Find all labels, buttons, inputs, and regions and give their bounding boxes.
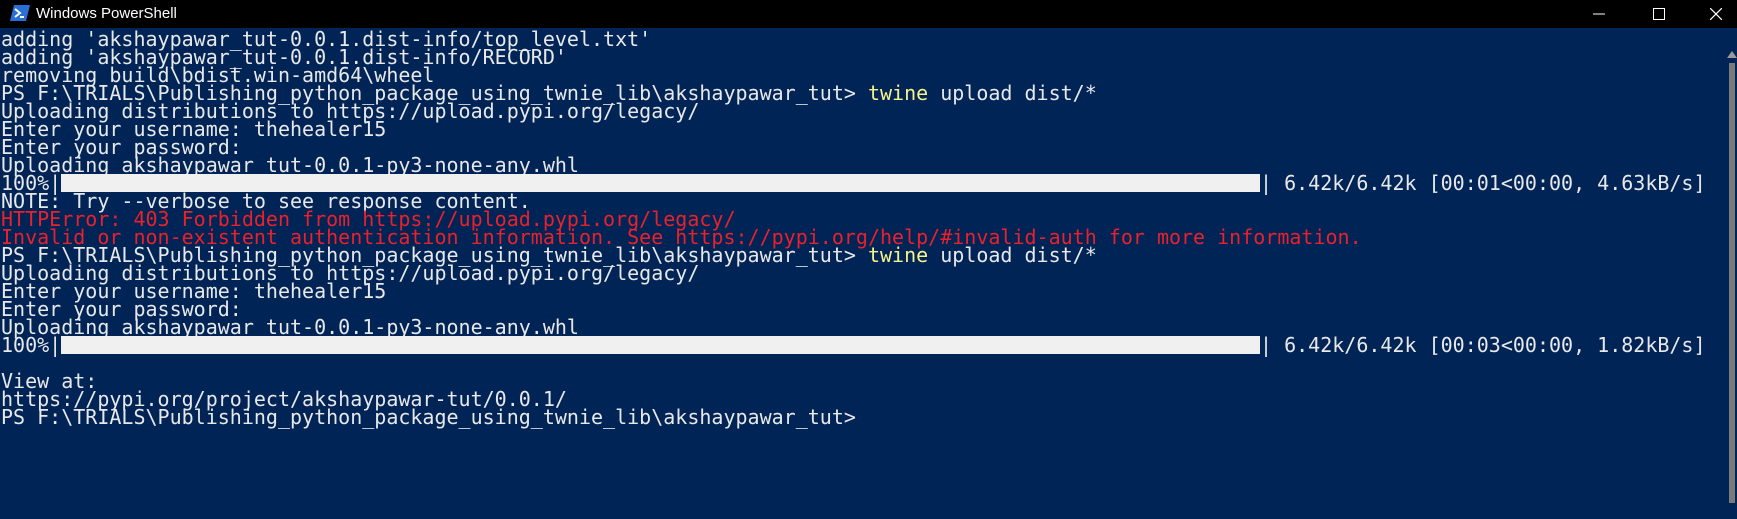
close-icon	[1710, 8, 1722, 20]
vertical-scrollbar[interactable]	[1726, 29, 1737, 519]
terminal-output[interactable]: adding 'akshaypawar_tut-0.0.1.dist-info/…	[0, 29, 1726, 519]
prompt: PS F:\TRIALS\Publishing_python_package_u…	[1, 405, 856, 429]
prompt-line: PS F:\TRIALS\Publishing_python_package_u…	[1, 407, 856, 427]
scroll-up-icon[interactable]	[1727, 51, 1737, 58]
command-name: twine	[867, 81, 929, 105]
scroll-thumb[interactable]	[1729, 63, 1735, 503]
progress-bar	[61, 336, 1260, 354]
minimize-icon	[1593, 13, 1605, 15]
minimize-button[interactable]	[1576, 0, 1622, 28]
progress-percent: 100%|	[1, 333, 62, 357]
output-line: Uploading akshaypawar_tut-0.0.1-py3-none…	[1, 315, 579, 339]
output-line: Uploading akshaypawar_tut-0.0.1-py3-none…	[1, 153, 579, 177]
maximize-button[interactable]	[1636, 0, 1682, 28]
close-button[interactable]	[1693, 0, 1737, 28]
maximize-icon	[1653, 8, 1665, 20]
window-title: Windows PowerShell	[36, 5, 177, 22]
progress-stats: | 6.42k/6.42k [00:01<00:00, 4.63kB/s]	[1260, 171, 1706, 195]
command-args: upload dist/*	[928, 243, 1097, 267]
command-name: twine	[867, 243, 929, 267]
progress-stats: | 6.42k/6.42k [00:03<00:00, 1.82kB/s]	[1260, 333, 1706, 357]
title-bar: Windows PowerShell	[0, 0, 1737, 28]
progress-line: 100%| | 6.42k/6.42k [00:03<00:00, 1.82kB…	[1, 335, 1721, 355]
command-args: upload dist/*	[928, 81, 1097, 105]
powershell-icon[interactable]	[10, 4, 30, 24]
